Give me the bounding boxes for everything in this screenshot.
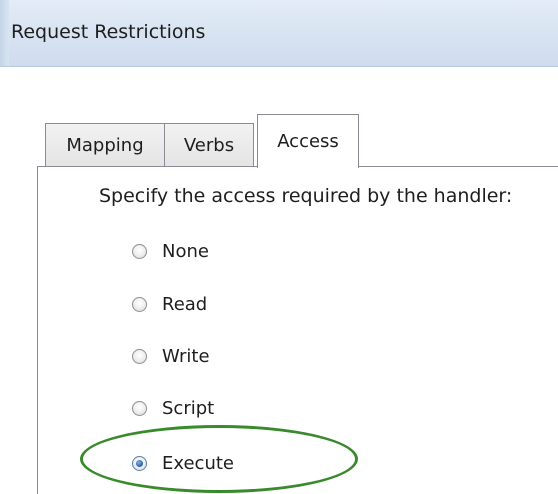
- access-option-read[interactable]: Read: [132, 289, 207, 319]
- access-option-label: Execute: [162, 452, 234, 474]
- radio-write[interactable]: [132, 348, 147, 364]
- access-prompt: Specify the access required by the handl…: [99, 185, 513, 207]
- tab-access[interactable]: Access: [257, 114, 359, 168]
- access-option-execute[interactable]: Execute: [132, 448, 234, 478]
- access-option-none[interactable]: None: [132, 236, 209, 266]
- radio-none[interactable]: [132, 243, 147, 259]
- request-restrictions-dialog: Request Restrictions Mapping Verbs Acces…: [0, 0, 558, 494]
- dialog-title: Request Restrictions: [11, 21, 206, 43]
- access-option-label: None: [162, 240, 209, 262]
- access-tab-panel: [37, 166, 558, 494]
- radio-execute[interactable]: [132, 455, 147, 471]
- radio-read[interactable]: [132, 296, 147, 312]
- dialog-title-bar: Request Restrictions: [0, 0, 558, 67]
- title-bar-edge: [0, 0, 9, 66]
- access-option-label: Write: [162, 345, 210, 367]
- access-option-label: Read: [162, 293, 208, 315]
- tab-verbs[interactable]: Verbs: [164, 123, 254, 167]
- access-option-label: Script: [162, 397, 215, 419]
- tab-mapping[interactable]: Mapping: [45, 123, 165, 167]
- access-option-write[interactable]: Write: [132, 341, 210, 371]
- radio-script[interactable]: [132, 400, 147, 416]
- access-option-script[interactable]: Script: [132, 393, 214, 423]
